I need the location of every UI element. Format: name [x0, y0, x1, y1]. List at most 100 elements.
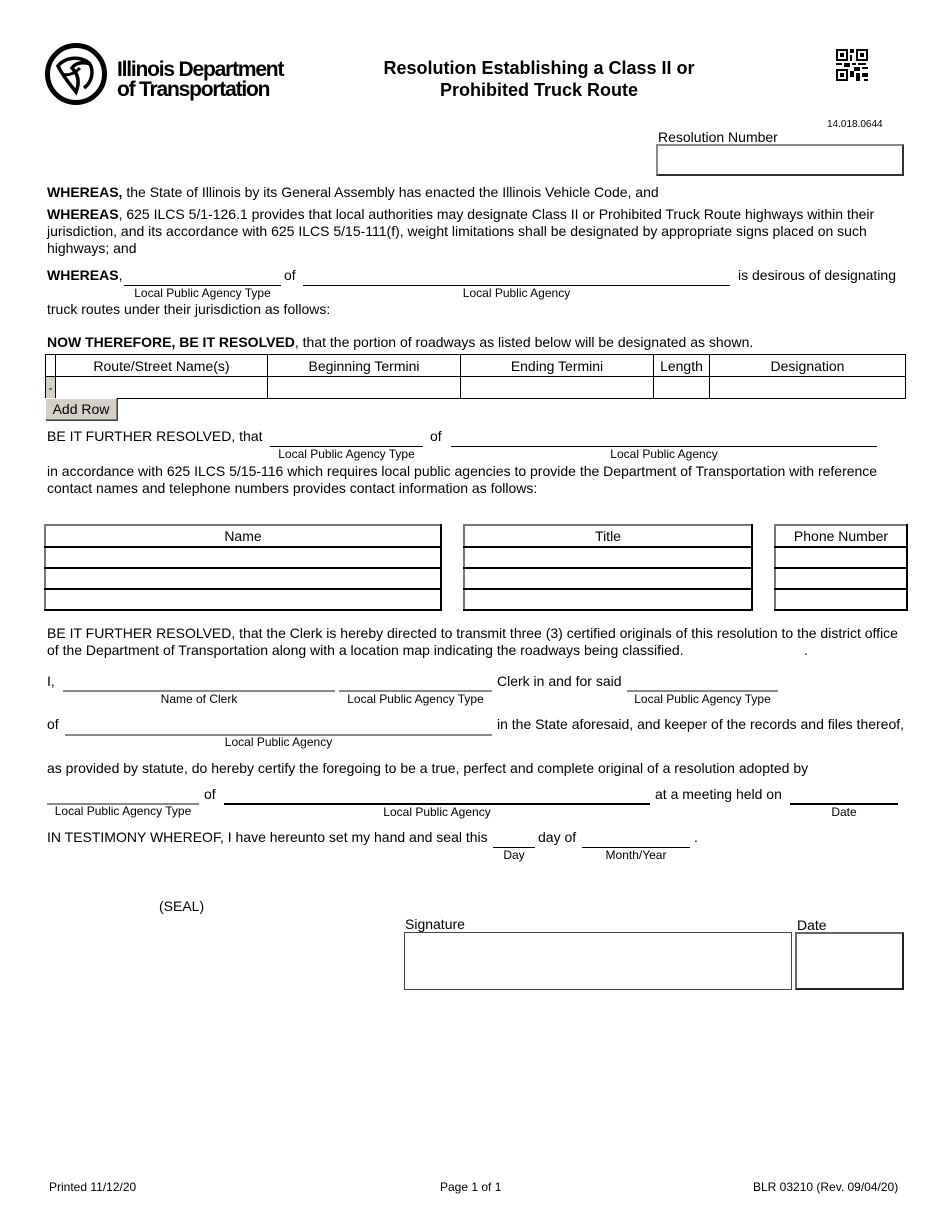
length-input[interactable] [654, 377, 709, 398]
logo-line-1: Illinois Department [117, 58, 284, 81]
statute-text: as provided by statute, do hereby certif… [47, 760, 809, 776]
table-row [463, 546, 753, 569]
title-line-2: Prohibited Truck Route [439, 80, 639, 100]
form-code: 14.018.0644 [827, 119, 883, 130]
caption-agency-type: Local Public Agency Type [347, 692, 484, 706]
table-row: - [45, 376, 906, 399]
caption-date: Date [831, 805, 857, 819]
column-header-length: Length [653, 354, 710, 377]
contact-title-input[interactable] [465, 569, 751, 588]
designation-cell [709, 376, 906, 399]
whereas-agency-type-input[interactable] [124, 267, 281, 284]
caption-day: Day [503, 848, 525, 862]
caption-agency: Local Public Agency [462, 286, 571, 300]
of-label: of [204, 786, 216, 802]
resolution-number-input[interactable] [656, 144, 904, 176]
clerk-name-input[interactable] [63, 673, 335, 690]
resolved-keyword: NOW THEREFORE, BE IT RESOLVED [47, 334, 295, 350]
contact-name-input[interactable] [46, 569, 440, 588]
column-header-designation: Designation [709, 354, 906, 377]
day-of-label: day of [538, 829, 577, 845]
column-header-phone: Phone Number [774, 524, 908, 548]
caption-agency-type: Local Public Agency Type [54, 804, 192, 818]
whereas-keyword: WHEREAS, [47, 184, 123, 200]
caption-agency: Local Public Agency [224, 735, 333, 749]
adopted-agency-type-input[interactable] [47, 786, 199, 803]
whereas-agency-input[interactable] [303, 267, 730, 284]
idot-logo-icon [45, 43, 107, 105]
contact-title-input[interactable] [465, 590, 751, 609]
idot-logo-text: Illinois Department of Transportation [117, 58, 284, 101]
caption-agency: Local Public Agency [610, 447, 718, 461]
page-number: Page 1 of 1 [440, 1180, 502, 1194]
table-row [44, 546, 442, 569]
clerk-agency-type-input[interactable] [339, 673, 492, 690]
caption-agency: Local Public Agency [383, 805, 491, 819]
whereas-paragraph-3-lead: WHEREAS, [47, 267, 122, 284]
printed-date: Printed 11/12/20 [49, 1180, 137, 1194]
route-table-header: Route/Street Name(s) Beginning Termini E… [45, 354, 906, 377]
table-row [44, 567, 442, 590]
cert-agency-input[interactable] [65, 716, 492, 733]
contact-phone-input[interactable] [776, 569, 906, 588]
contact-name-input[interactable] [46, 590, 440, 609]
contact-phone-input[interactable] [776, 590, 906, 609]
contact-name-table: Name [44, 524, 442, 611]
signature-box[interactable] [404, 932, 792, 990]
column-header-route: Route/Street Name(s) [55, 354, 268, 377]
meeting-date-input[interactable] [790, 786, 898, 803]
contact-title-input[interactable] [465, 548, 751, 567]
route-name-input[interactable] [56, 377, 267, 398]
ending-termini-input[interactable] [461, 377, 653, 398]
route-table: Route/Street Name(s) Beginning Termini E… [45, 354, 906, 399]
further1-agency-input[interactable] [451, 428, 877, 445]
logo-line-2: of Transportation [117, 78, 270, 101]
column-header-beginning: Beginning Termini [267, 354, 461, 377]
column-header-name: Name [44, 524, 442, 548]
route-cell [55, 376, 268, 399]
beginning-cell [267, 376, 461, 399]
meeting-text: at a meeting held on [655, 786, 782, 802]
trailing-dot: . [804, 642, 808, 658]
table-row [463, 567, 753, 590]
signature-label: Signature [405, 916, 465, 932]
title-line-1: Resolution Establishing a Class II or [383, 58, 695, 78]
delete-row-button[interactable]: - [46, 378, 55, 398]
testimony-text: IN TESTIMONY WHEREOF, I have hereunto se… [47, 829, 488, 845]
further-resolved-2-text: BE IT FURTHER RESOLVED, that the Clerk i… [47, 625, 898, 658]
seal-label: (SEAL) [159, 898, 205, 914]
state-text: in the State aforesaid, and keeper of th… [497, 716, 905, 732]
contact-name-input[interactable] [46, 548, 440, 567]
further-resolved-1-lead: BE IT FURTHER RESOLVED, that [47, 428, 263, 444]
beginning-termini-input[interactable] [268, 377, 460, 398]
whereas-keyword: WHEREAS [47, 206, 119, 222]
whereas-paragraph-1: WHEREAS, the State of Illinois by its Ge… [47, 184, 907, 201]
month-year-input[interactable] [582, 829, 690, 846]
adopted-agency-input[interactable] [224, 786, 650, 803]
add-row-button[interactable]: Add Row [45, 398, 117, 420]
comma: , [118, 267, 123, 283]
further1-of-label: of [430, 428, 442, 444]
signature-date-input[interactable] [795, 932, 904, 990]
contact-title-table: Title [463, 524, 753, 611]
said-agency-type-input[interactable] [627, 673, 778, 690]
qr-code-icon [836, 49, 868, 81]
page-title: Resolution Establishing a Class II or Pr… [360, 57, 718, 101]
designation-input[interactable] [710, 377, 905, 398]
caption-agency-type: Local Public Agency Type [634, 692, 771, 706]
caption-agency-type: Local Public Agency Type [134, 286, 271, 300]
contact-phone-input[interactable] [776, 548, 906, 567]
day-input[interactable] [493, 829, 535, 846]
clerk-text: Clerk in and for said [497, 673, 622, 689]
further-resolved-1-text: in accordance with 625 ILCS 5/15-116 whi… [47, 463, 878, 496]
length-cell [653, 376, 710, 399]
column-header-ending: Ending Termini [460, 354, 654, 377]
whereas-continuation: truck routes under their jurisdiction as… [47, 301, 331, 317]
table-row [774, 588, 908, 611]
row-control-cell: - [45, 376, 56, 399]
further1-agency-type-input[interactable] [270, 428, 423, 445]
resolved-text: , that the portion of roadways as listed… [294, 334, 754, 350]
whereas-text: , 625 ILCS 5/1-126.1 provides that local… [47, 206, 875, 256]
whereas-text: the State of Illinois by its General Ass… [122, 184, 659, 200]
row-control-header [45, 354, 56, 377]
